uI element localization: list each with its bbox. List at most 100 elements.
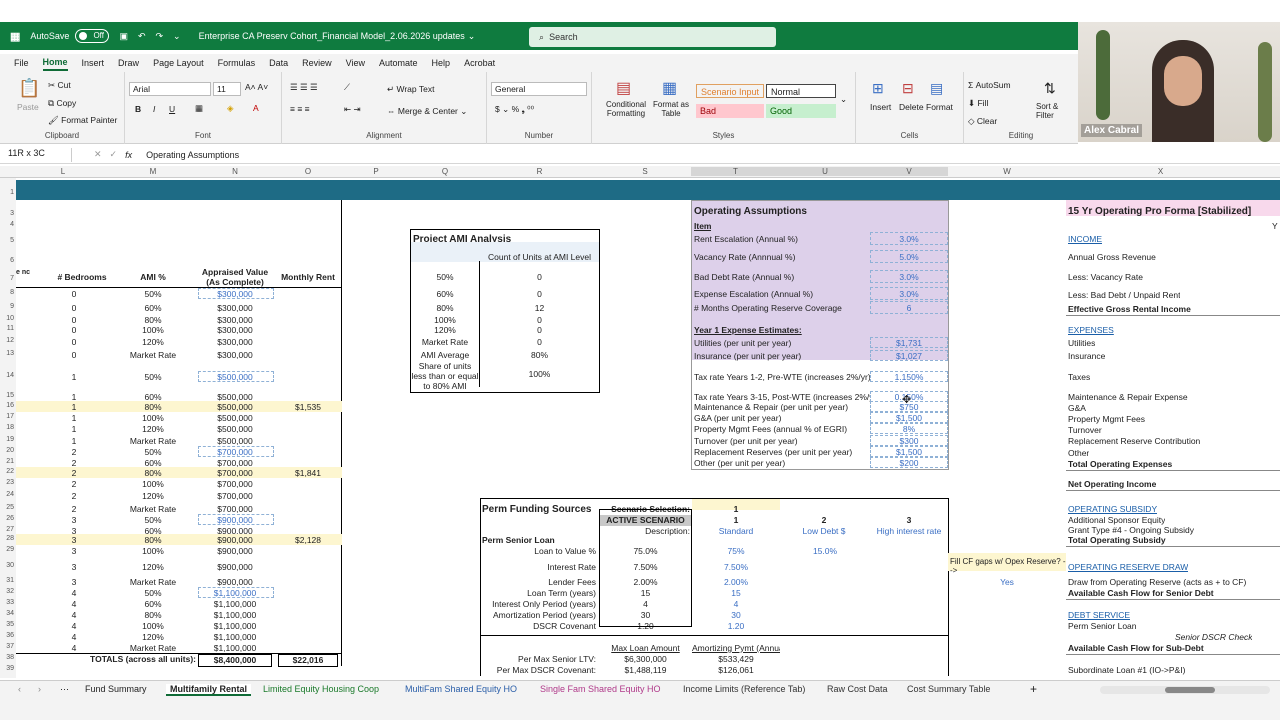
cell-appraised[interactable]: $300,000 bbox=[198, 303, 272, 314]
row-header-38[interactable]: 38 bbox=[0, 654, 14, 661]
paste-button[interactable]: Paste bbox=[17, 102, 39, 112]
cell-appraised[interactable]: $900,000 bbox=[198, 546, 272, 557]
row-header-21[interactable]: 21 bbox=[0, 458, 14, 465]
currency-icon[interactable]: $ ⌄ % ❟ ⁰⁰ bbox=[495, 104, 534, 115]
row-header-3[interactable]: 3 bbox=[0, 210, 14, 217]
column-header-x[interactable]: X bbox=[1066, 167, 1255, 176]
column-header-r[interactable]: R bbox=[480, 167, 599, 176]
horizontal-scrollbar[interactable] bbox=[1100, 686, 1270, 694]
delete-icon[interactable]: ⊟ bbox=[902, 80, 914, 97]
proforma-line[interactable]: INCOME bbox=[1068, 234, 1102, 245]
menu-help[interactable]: Help bbox=[432, 56, 451, 70]
format-table-button[interactable]: Format as Table bbox=[652, 100, 690, 118]
menu-page-layout[interactable]: Page Layout bbox=[153, 56, 204, 70]
insert-icon[interactable]: ⊞ bbox=[872, 80, 884, 97]
row-header-37[interactable]: 37 bbox=[0, 643, 14, 650]
menu-draw[interactable]: Draw bbox=[118, 56, 139, 70]
merge-center-button[interactable]: ⇔ Merge & Center ⌄ bbox=[387, 106, 467, 117]
style-good[interactable]: Good bbox=[766, 104, 836, 118]
row-header-17[interactable]: 17 bbox=[0, 413, 14, 420]
row-header-32[interactable]: 32 bbox=[0, 588, 14, 595]
proforma-line[interactable]: EXPENSES bbox=[1068, 325, 1114, 336]
proforma-line[interactable]: OPERATING RESERVE DRAW bbox=[1068, 562, 1188, 573]
row-header-24[interactable]: 24 bbox=[0, 491, 14, 498]
cell-appraised[interactable]: $300,000 bbox=[198, 337, 272, 348]
menu-automate[interactable]: Automate bbox=[379, 56, 418, 70]
cell-appraised[interactable]: $500,000 bbox=[198, 424, 272, 435]
tab-single-fam-shared-equity-ho[interactable]: Single Fam Shared Equity HO bbox=[540, 684, 661, 694]
style-scenario-input[interactable]: Scenario Input bbox=[696, 84, 764, 98]
search-box[interactable]: ⌕ Search bbox=[529, 27, 776, 47]
cancel-icon[interactable]: ✕ bbox=[94, 149, 102, 160]
underline-icon[interactable]: U bbox=[169, 104, 175, 114]
tab-limited-equity-housing-coop[interactable]: Limited Equity Housing Coop bbox=[263, 684, 379, 694]
row-header-33[interactable]: 33 bbox=[0, 599, 14, 606]
row-header-25[interactable]: 25 bbox=[0, 504, 14, 511]
row-header-11[interactable]: 11 bbox=[0, 325, 14, 332]
cell-appraised[interactable]: $300,000 bbox=[198, 325, 272, 336]
worksheet-grid[interactable]: e nce]# BedroomsAMI %Appraised Value (As… bbox=[16, 200, 1280, 678]
row-header-29[interactable]: 29 bbox=[0, 546, 14, 553]
column-header-o[interactable]: O bbox=[274, 167, 342, 176]
menu-formulas[interactable]: Formulas bbox=[218, 56, 256, 70]
align-left-icon[interactable]: ≡ ≡ ≡ bbox=[290, 104, 310, 114]
cell-appraised[interactable]: $700,000 bbox=[198, 479, 272, 490]
row-header-15[interactable]: 15 bbox=[0, 392, 14, 399]
wrap-text-button[interactable]: ↵ Wrap Text bbox=[387, 84, 434, 95]
enter-icon[interactable]: ✓ bbox=[110, 149, 118, 160]
menu-review[interactable]: Review bbox=[302, 56, 332, 70]
style-bad[interactable]: Bad bbox=[696, 104, 764, 118]
autosave-toggle[interactable]: Off bbox=[75, 29, 110, 43]
excel-icon[interactable]: ▦ bbox=[10, 30, 20, 43]
row-header-8[interactable]: 8 bbox=[0, 289, 14, 296]
row-header-23[interactable]: 23 bbox=[0, 479, 14, 486]
tab-fund-summary[interactable]: Fund Summary bbox=[85, 684, 147, 694]
orientation-icon[interactable]: ⟋ bbox=[344, 82, 350, 93]
column-header-t[interactable]: T bbox=[691, 167, 780, 176]
cell-appraised[interactable]: $900,000 bbox=[198, 535, 272, 546]
row-header-7[interactable]: 7 bbox=[0, 275, 14, 282]
menu-view[interactable]: View bbox=[346, 56, 365, 70]
italic-icon[interactable]: I bbox=[153, 104, 155, 114]
cell-appraised[interactable]: $700,000 bbox=[198, 468, 272, 479]
column-header-u[interactable]: U bbox=[780, 167, 870, 176]
column-header-n[interactable]: N bbox=[196, 167, 274, 176]
tab-multifamily-rental[interactable]: Multifamily Rental bbox=[166, 684, 252, 696]
tab-raw-cost-data[interactable]: Raw Cost Data bbox=[827, 684, 888, 694]
indent-icon[interactable]: ⇤ ⇥ bbox=[344, 104, 361, 115]
chevron-down-icon[interactable]: ⌄ bbox=[468, 31, 476, 42]
cell-appraised[interactable]: $900,000 bbox=[198, 562, 272, 573]
tab-multifam-shared-equity-ho[interactable]: MultiFam Shared Equity HO bbox=[405, 684, 517, 694]
paste-icon[interactable]: 📋 bbox=[18, 78, 40, 99]
row-header-36[interactable]: 36 bbox=[0, 632, 14, 639]
row-header-10[interactable]: 10 bbox=[0, 315, 14, 322]
row-header-22[interactable]: 22 bbox=[0, 468, 14, 475]
insert-button[interactable]: Insert bbox=[870, 102, 891, 112]
cell-appraised[interactable]: $300,000 bbox=[198, 350, 272, 361]
row-header-14[interactable]: 14 bbox=[0, 372, 14, 379]
column-header-m[interactable]: M bbox=[110, 167, 196, 176]
cell-appraised[interactable]: $1,100,000 bbox=[198, 599, 272, 610]
file-name[interactable]: Enterprise CA Preserv Cohort_Financial M… bbox=[199, 31, 465, 41]
column-header-q[interactable]: Q bbox=[410, 167, 480, 176]
row-header-27[interactable]: 27 bbox=[0, 526, 14, 533]
fill-button[interactable]: ⬇ Fill bbox=[968, 98, 988, 109]
sort-filter-button[interactable]: Sort & Filter bbox=[1036, 102, 1070, 120]
fill-gap-answer[interactable]: Yes bbox=[948, 577, 1066, 588]
format-table-icon[interactable]: ▦ bbox=[662, 78, 677, 98]
row-header-4[interactable]: 4 bbox=[0, 221, 14, 228]
column-header-w[interactable]: W bbox=[948, 167, 1066, 176]
number-format-select[interactable]: General bbox=[491, 82, 587, 96]
proforma-line[interactable]: DEBT SERVICE bbox=[1068, 610, 1130, 621]
font-size-select[interactable]: 11 bbox=[213, 82, 241, 96]
row-header-5[interactable]: 5 bbox=[0, 237, 14, 244]
cut-button[interactable]: ✂ Cut bbox=[48, 80, 71, 91]
column-header-s[interactable]: S bbox=[599, 167, 691, 176]
tab-income-limits-reference-tab-[interactable]: Income Limits (Reference Tab) bbox=[683, 684, 805, 694]
font-grow-icon[interactable]: A˄ A˅ bbox=[245, 82, 268, 92]
row-header-19[interactable]: 19 bbox=[0, 436, 14, 443]
row-header-18[interactable]: 18 bbox=[0, 424, 14, 431]
name-box[interactable]: 11R x 3C bbox=[0, 147, 72, 162]
row-header-16[interactable]: 16 bbox=[0, 402, 14, 409]
proforma-line[interactable]: OPERATING SUBSIDY bbox=[1068, 504, 1157, 515]
